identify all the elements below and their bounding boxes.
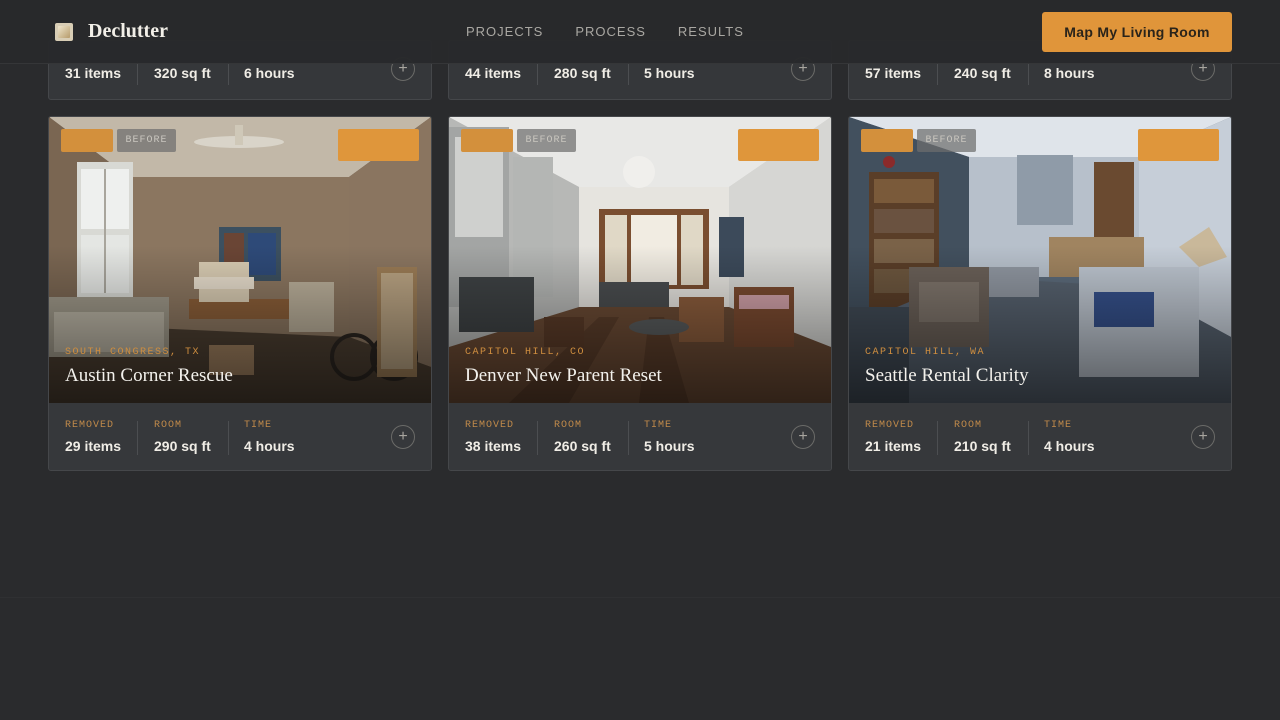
stat-divider <box>228 421 229 455</box>
card-location: CAPITOL HILL, WA <box>865 347 986 358</box>
stat-room: ROOM 210 sq ft <box>954 420 1011 454</box>
section-divider <box>0 597 1280 598</box>
before-badge: BEFORE <box>917 129 976 152</box>
card-title[interactable]: Austin Corner Rescue <box>65 365 233 387</box>
after-tag <box>461 129 513 152</box>
plus-circle-icon[interactable]: + <box>391 425 415 449</box>
nav-process[interactable]: PROCESS <box>575 24 646 39</box>
stat-divider <box>937 421 938 455</box>
stat-divider <box>1028 421 1029 455</box>
card-title[interactable]: Seattle Rental Clarity <box>865 365 1029 387</box>
status-tag <box>338 129 419 161</box>
before-badge: BEFORE <box>117 129 176 152</box>
stat-divider <box>1028 61 1029 85</box>
stat-time: TIME 4 hours <box>244 420 295 454</box>
status-tag <box>738 129 819 161</box>
stat-divider <box>137 61 138 85</box>
card-stats: REMOVED 21 items ROOM 210 sq ft TIME 4 h… <box>849 403 1231 470</box>
stat-divider <box>628 421 629 455</box>
stat-divider <box>228 61 229 85</box>
declutter-logo-icon[interactable] <box>55 23 73 41</box>
plus-circle-icon[interactable]: + <box>791 425 815 449</box>
stat-time: TIME 4 hours <box>1044 420 1095 454</box>
stat-divider <box>537 61 538 85</box>
before-badge: BEFORE <box>517 129 576 152</box>
stat-room: ROOM 290 sq ft <box>154 420 211 454</box>
stat-divider <box>628 61 629 85</box>
card-stats: REMOVED 38 items ROOM 260 sq ft TIME 5 h… <box>449 403 831 470</box>
nav-projects[interactable]: PROJECTS <box>466 24 543 39</box>
before-photo: BEFORE SOUTH CONGRESS, TX Austin Corner … <box>49 117 431 403</box>
plus-circle-icon[interactable]: + <box>1191 425 1215 449</box>
stat-removed: REMOVED 38 items <box>465 420 522 454</box>
site-header: Declutter PROJECTS PROCESS RESULTS Map M… <box>0 0 1280 64</box>
nav-results[interactable]: RESULTS <box>678 24 744 39</box>
before-photo: BEFORE CAPITOL HILL, WA Seattle Rental C… <box>849 117 1231 403</box>
card-title[interactable]: Denver New Parent Reset <box>465 365 662 387</box>
stat-time: TIME 5 hours <box>644 420 695 454</box>
stat-divider <box>537 421 538 455</box>
card-stats: REMOVED 29 items ROOM 290 sq ft TIME 4 h… <box>49 403 431 470</box>
stat-divider <box>137 421 138 455</box>
after-tag <box>861 129 913 152</box>
main-nav: PROJECTS PROCESS RESULTS <box>466 24 744 39</box>
brand-name[interactable]: Declutter <box>88 20 168 43</box>
project-card[interactable]: BEFORE SOUTH CONGRESS, TX Austin Corner … <box>48 116 432 471</box>
card-location: CAPITOL HILL, CO <box>465 347 586 358</box>
before-photo: BEFORE CAPITOL HILL, CO Denver New Paren… <box>449 117 831 403</box>
project-card[interactable]: BEFORE CAPITOL HILL, WA Seattle Rental C… <box>848 116 1232 471</box>
stat-removed: REMOVED 29 items <box>65 420 122 454</box>
status-tag <box>1138 129 1219 161</box>
stat-removed: REMOVED 21 items <box>865 420 922 454</box>
map-living-room-button[interactable]: Map My Living Room <box>1042 12 1232 52</box>
stat-room: ROOM 260 sq ft <box>554 420 611 454</box>
card-location: SOUTH CONGRESS, TX <box>65 347 201 358</box>
project-card[interactable]: BEFORE CAPITOL HILL, CO Denver New Paren… <box>448 116 832 471</box>
stat-divider <box>937 61 938 85</box>
after-tag <box>61 129 113 152</box>
